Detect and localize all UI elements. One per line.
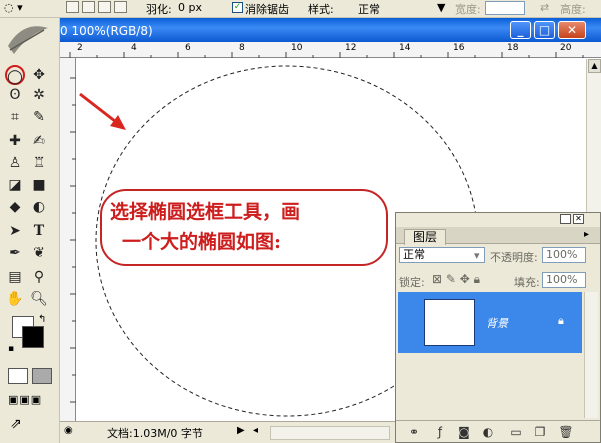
lock-icons[interactable]: ⊠ ✎ ✥ 🔒︎ <box>432 272 480 287</box>
layer-style-icon[interactable]: ƒ <box>432 424 448 440</box>
layer-thumbnail <box>424 299 475 346</box>
adjustment-layer-icon[interactable]: ◐ <box>480 424 496 440</box>
delete-layer-icon[interactable]: 🗑︎ <box>558 424 574 440</box>
panel-minimize-button[interactable] <box>560 214 571 224</box>
new-layer-icon[interactable]: ❐ <box>532 424 548 440</box>
lock-label: 锁定: <box>399 276 425 289</box>
instruction-callout: 选择椭圆选框工具，画 一个大的椭圆如图: <box>100 189 388 266</box>
blend-mode-select[interactable]: 正常 <box>399 247 485 263</box>
layer-name: 背景 <box>486 317 508 330</box>
panel-close-button[interactable]: ✕ <box>573 214 584 224</box>
layers-tab-row: 图层 ▸ <box>396 227 600 245</box>
link-layers-icon[interactable]: ⚭ <box>406 424 422 440</box>
red-arrow <box>79 92 121 127</box>
layers-scrollbar[interactable] <box>584 292 598 418</box>
layer-row[interactable]: 背景 🔒︎ <box>398 292 582 353</box>
opacity-label: 不透明度: <box>490 251 538 264</box>
layer-mask-icon[interactable]: ◙ <box>456 424 472 440</box>
callout-line-1: 选择椭圆选框工具，画 <box>110 201 301 223</box>
blend-chevron-down-icon[interactable]: ▾ <box>474 249 480 262</box>
layer-lock-icon: 🔒︎ <box>558 314 564 327</box>
fill-input[interactable]: 100% <box>542 272 586 288</box>
panel-menu-icon[interactable]: ▸ <box>584 229 589 240</box>
fill-label: 填充: <box>514 276 540 289</box>
callout-line-2: 一个大的椭圆如图: <box>122 231 282 253</box>
layers-footer: ⚭ ƒ ◙ ◐ ▭ ❐ 🗑︎ <box>396 420 600 442</box>
layers-panel: ✕ 图层 ▸ 正常 ▾ 不透明度: 100% 锁定: ⊠ ✎ ✥ 🔒︎ 填充: … <box>395 212 601 443</box>
tab-layers[interactable]: 图层 <box>404 229 446 245</box>
opacity-input[interactable]: 100% <box>542 247 586 263</box>
new-group-icon[interactable]: ▭ <box>508 424 524 440</box>
